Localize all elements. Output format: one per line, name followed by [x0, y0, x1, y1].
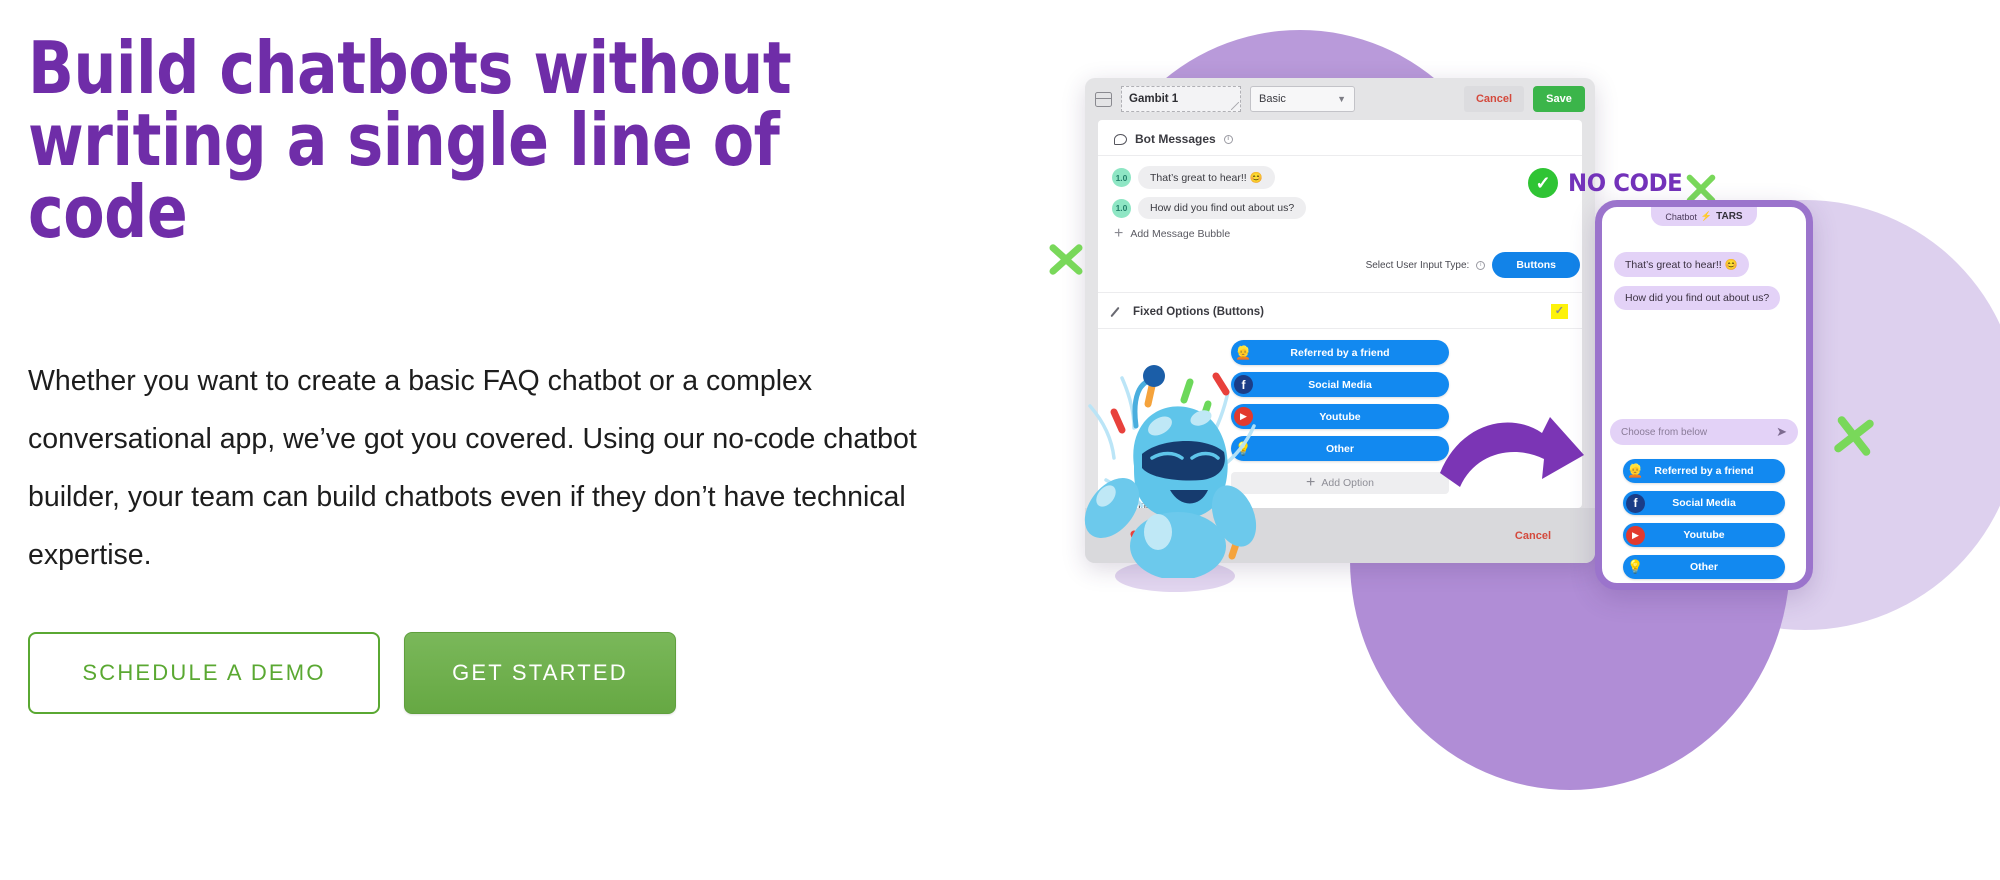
phone-chat-area: That’s great to hear!! 😊 How did you fin…: [1602, 226, 1806, 319]
add-message-label: Add Message Bubble: [1130, 228, 1231, 240]
bolt-icon: ⚡: [1700, 211, 1713, 221]
input-type-buttons-pill[interactable]: Buttons: [1492, 252, 1580, 278]
add-option-label: Add Option: [1321, 477, 1374, 489]
phone-mockup: Chatbot ⚡ TARS That’s great to hear!! 😊 …: [1595, 200, 1813, 590]
phone-option-list: 👱 Referred by a friend f Social Media ▶ …: [1602, 459, 1806, 579]
phone-option-pill[interactable]: ▶ Youtube: [1623, 523, 1785, 547]
check-icon[interactable]: ✓: [1550, 304, 1568, 319]
bot-messages-title: Bot Messages: [1135, 132, 1216, 146]
hero-illustration: Gambit 1 Basic ▼ Cancel Save Bot Message…: [1030, 0, 2000, 880]
option-label: Referred by a friend: [1654, 465, 1754, 477]
chevron-down-icon: ▼: [1337, 94, 1346, 104]
send-icon[interactable]: ➤: [1776, 424, 1787, 440]
bot-message-list: 1.0 That’s great to hear!! 😊 1.0 How did…: [1098, 156, 1582, 278]
version-badge: 1.0: [1112, 198, 1131, 218]
no-code-badge: ✓ NO CODE: [1528, 168, 1685, 198]
phone-brand-pill: Chatbot ⚡ TARS: [1651, 207, 1757, 226]
builder-toolbar: Gambit 1 Basic ▼ Cancel Save: [1085, 78, 1595, 120]
phone-header-prefix: Chatbot: [1665, 211, 1697, 222]
add-message-bubble-button[interactable]: + Add Message Bubble: [1114, 225, 1566, 243]
bot-message-row[interactable]: 1.0 That’s great to hear!! 😊: [1112, 166, 1566, 189]
phone-message-input[interactable]: Choose from below ➤: [1610, 419, 1798, 445]
pencil-icon[interactable]: [1112, 305, 1125, 318]
save-button[interactable]: Save: [1533, 86, 1585, 112]
cancel-button[interactable]: Cancel: [1464, 86, 1524, 112]
chat-bubble: How did you find out about us?: [1614, 286, 1781, 310]
check-circle-icon: ✓: [1528, 168, 1558, 198]
version-badge: 1.0: [1112, 168, 1131, 187]
phone-header: Chatbot ⚡ TARS: [1602, 207, 1806, 226]
chat-bubble: That’s great to hear!! 😊: [1614, 252, 1749, 277]
bot-messages-header: Bot Messages i: [1098, 120, 1582, 156]
get-started-button[interactable]: GET STARTED: [404, 632, 676, 714]
fixed-options-header: Fixed Options (Buttons) ✓: [1098, 292, 1582, 329]
decorative-x-icon: [1045, 238, 1087, 280]
phone-option-pill[interactable]: f Social Media: [1623, 491, 1785, 515]
footer-cancel-button[interactable]: Cancel: [1515, 530, 1551, 542]
no-code-label: NO CODE: [1568, 169, 1683, 197]
hero-text-column: Build chatbots without writing a single …: [28, 0, 988, 880]
phone-option-pill[interactable]: 💡 Other: [1623, 555, 1785, 579]
plus-icon: +: [1114, 225, 1124, 243]
message-bubble: How did you find out about us?: [1138, 197, 1307, 219]
option-label: Social Media: [1672, 497, 1736, 509]
lightbulb-emoji-icon: 💡: [1627, 559, 1644, 574]
robot-mascot-icon: [1084, 365, 1257, 578]
phone-option-pill[interactable]: 👱 Referred by a friend: [1623, 459, 1785, 483]
info-icon[interactable]: i: [1476, 260, 1486, 270]
mode-select[interactable]: Basic ▼: [1250, 86, 1355, 112]
input-type-label: Select User Input Type:: [1365, 259, 1470, 271]
person-emoji-icon: 👱: [1627, 463, 1644, 478]
hero-subcopy: Whether you want to create a basic FAQ c…: [28, 365, 917, 571]
speech-bubble-icon: [1114, 133, 1127, 145]
cta-row: SCHEDULE A DEMO GET STARTED: [28, 632, 676, 714]
schedule-demo-button[interactable]: SCHEDULE A DEMO: [28, 632, 380, 714]
message-bubble: That’s great to hear!! 😊: [1138, 166, 1275, 189]
fixed-options-title: Fixed Options (Buttons): [1133, 305, 1264, 318]
input-type-row: Select User Input Type: i Buttons: [1112, 240, 1580, 278]
mode-select-value: Basic: [1259, 93, 1286, 105]
option-label: Other: [1689, 561, 1718, 573]
page-title: Build chatbots without writing a single …: [28, 26, 792, 254]
window-icon: [1095, 91, 1112, 107]
option-label: Youtube: [1683, 529, 1725, 541]
phone-input-placeholder: Choose from below: [1621, 426, 1708, 438]
facebook-emoji-icon: f: [1626, 493, 1645, 513]
plus-icon: +: [1306, 474, 1316, 492]
bot-message-row[interactable]: 1.0 How did you find out about us?: [1112, 197, 1566, 219]
curved-arrow-right-icon: [1440, 417, 1584, 487]
phone-brand-name: TARS: [1716, 211, 1743, 222]
gambit-name-input[interactable]: Gambit 1: [1121, 86, 1241, 112]
info-icon[interactable]: i: [1223, 134, 1233, 144]
decorative-x-icon: [1830, 412, 1878, 460]
youtube-emoji-icon: ▶: [1626, 525, 1645, 545]
